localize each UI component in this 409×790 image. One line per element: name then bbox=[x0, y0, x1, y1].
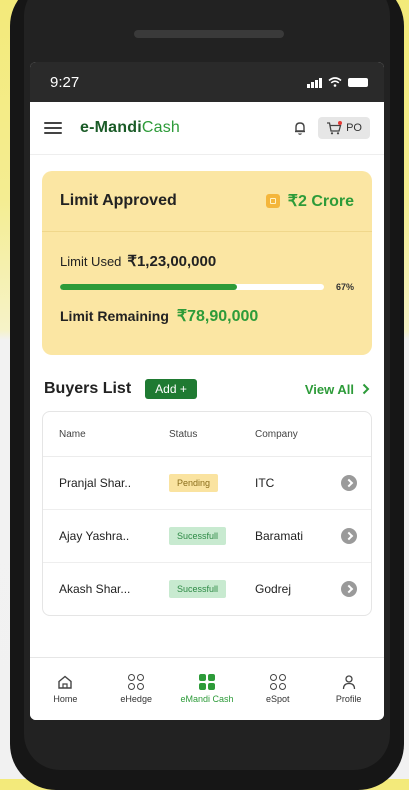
limit-remaining-row: Limit Remaining ₹78,90,000 bbox=[42, 292, 372, 326]
limit-used-label: Limit Used bbox=[60, 253, 122, 269]
buyers-table-header: Name Status Company bbox=[43, 412, 371, 457]
buyer-status: Sucessfull bbox=[169, 580, 255, 598]
nav-item-profile[interactable]: Profile bbox=[313, 658, 384, 720]
status-badge: Pending bbox=[169, 474, 219, 492]
status-time: 9:27 bbox=[50, 73, 80, 91]
row-arrow-icon[interactable] bbox=[341, 581, 357, 597]
chevron-right-icon bbox=[362, 383, 370, 395]
cart-label: PO bbox=[346, 122, 362, 134]
status-badge: Sucessfull bbox=[169, 580, 227, 598]
limit-remaining-value: ₹78,90,000 bbox=[176, 308, 259, 325]
cart-icon bbox=[327, 121, 343, 135]
limit-card: Limit Approved ₹2 Crore Limit Used ₹1,23… bbox=[42, 171, 372, 355]
buyer-name: Akash Shar... bbox=[59, 582, 131, 596]
view-all-link[interactable]: View All bbox=[305, 382, 370, 397]
app-logo: e-MandiCash bbox=[80, 119, 181, 136]
nav-label-profile: Profile bbox=[335, 694, 362, 704]
buyers-header: Buyers List Add + View All bbox=[30, 355, 384, 399]
limit-progress-percent: 67% bbox=[335, 282, 354, 292]
approved-value: ₹2 Crore bbox=[287, 193, 354, 210]
row-arrow-icon[interactable] bbox=[341, 528, 357, 544]
limit-progress-row: 67% bbox=[42, 270, 372, 292]
coin-icon bbox=[265, 194, 280, 208]
limit-remaining-label: Limit Remaining bbox=[60, 308, 169, 324]
approved-amount: ₹2 Crore bbox=[265, 191, 354, 211]
buyer-status: Pending bbox=[169, 474, 255, 492]
status-icons bbox=[307, 77, 368, 88]
battery-icon bbox=[348, 77, 368, 87]
limit-progress-fill bbox=[60, 284, 237, 290]
buyers-title: Buyers List bbox=[44, 380, 132, 397]
table-row[interactable]: Ajay Yashra.. Sucessfull Baramati bbox=[43, 510, 371, 563]
menu-icon[interactable] bbox=[44, 122, 62, 134]
nav-item-emandi-cash[interactable]: eMandi Cash bbox=[172, 658, 243, 720]
grid-icon bbox=[269, 674, 286, 690]
column-company: Company bbox=[255, 428, 298, 440]
grid-filled-icon bbox=[198, 674, 215, 690]
nav-item-ehedge[interactable]: eHedge bbox=[101, 658, 172, 720]
buyers-table: Name Status Company Pranjal Shar.. Pendi… bbox=[42, 411, 372, 616]
bell-icon[interactable] bbox=[292, 120, 308, 136]
add-buyer-button[interactable]: Add + bbox=[145, 379, 197, 399]
nav-label-ehedge: eHedge bbox=[120, 694, 152, 704]
limit-card-header: Limit Approved ₹2 Crore bbox=[42, 171, 372, 232]
header-actions: PO bbox=[292, 117, 370, 139]
buyer-status: Sucessfull bbox=[169, 527, 255, 545]
column-name: Name bbox=[59, 428, 86, 440]
buyer-company: ITC bbox=[255, 476, 275, 490]
nav-label-home: Home bbox=[53, 694, 78, 704]
limit-used-row: Limit Used ₹1,23,00,000 bbox=[42, 232, 372, 270]
bottom-nav: Home eHedge eMandi Cash eSpot Profile bbox=[30, 657, 384, 720]
view-all-label: View All bbox=[304, 381, 354, 397]
signal-icon bbox=[307, 77, 322, 88]
cart-button[interactable]: PO bbox=[318, 117, 370, 139]
nav-label-emandi-cash: eMandi Cash bbox=[180, 694, 234, 704]
status-badge: Sucessfull bbox=[169, 527, 227, 545]
limit-approved-label: Limit Approved bbox=[60, 192, 177, 209]
nav-label-espot: eSpot bbox=[266, 694, 290, 704]
buyer-company: Baramati bbox=[255, 529, 304, 543]
table-row[interactable]: Akash Shar... Sucessfull Godrej bbox=[43, 563, 371, 615]
column-status: Status bbox=[169, 428, 198, 440]
nav-item-home[interactable]: Home bbox=[30, 658, 101, 720]
speaker-grille bbox=[134, 30, 284, 38]
nav-item-espot[interactable]: eSpot bbox=[242, 658, 313, 720]
buyer-name: Pranjal Shar.. bbox=[59, 476, 132, 490]
home-icon bbox=[58, 675, 73, 689]
limit-progress-bar bbox=[60, 284, 324, 290]
grid-icon bbox=[128, 674, 145, 690]
phone-frame: 9:27 e-MandiCash PO Limit Approved ₹2 Cr… bbox=[10, 0, 404, 790]
phone-bezel: 9:27 e-MandiCash PO Limit Approved ₹2 Cr… bbox=[24, 0, 390, 770]
limit-used-value: ₹1,23,00,000 bbox=[127, 253, 217, 270]
table-row[interactable]: Pranjal Shar.. Pending ITC bbox=[43, 457, 371, 510]
profile-icon bbox=[342, 675, 355, 690]
buyer-company: Godrej bbox=[255, 582, 292, 596]
row-arrow-icon[interactable] bbox=[341, 475, 357, 491]
status-bar: 9:27 bbox=[30, 62, 384, 102]
app-screen: 9:27 e-MandiCash PO Limit Approved ₹2 Cr… bbox=[30, 62, 384, 720]
wifi-icon bbox=[328, 77, 342, 87]
buyer-name: Ajay Yashra.. bbox=[59, 529, 130, 543]
app-header: e-MandiCash PO bbox=[30, 102, 384, 155]
